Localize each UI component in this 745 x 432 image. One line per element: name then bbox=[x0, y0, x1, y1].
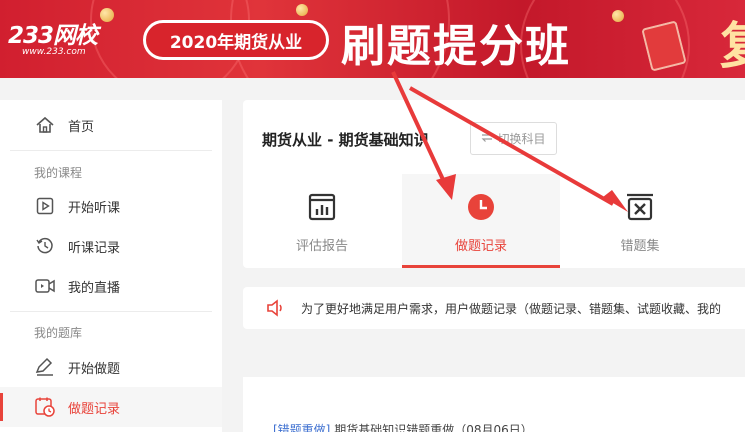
sidebar-item-practice-record[interactable]: 做题记录 bbox=[0, 387, 222, 427]
sidebar-item-my-live[interactable]: 我的直播 bbox=[0, 266, 222, 306]
sidebar-item-home[interactable]: 首页 bbox=[0, 105, 222, 145]
sidebar-item-start-listen[interactable]: 开始听课 bbox=[0, 186, 222, 226]
coin-decoration bbox=[100, 8, 114, 22]
banner-right-char: 复 bbox=[720, 6, 745, 78]
swap-icon bbox=[481, 131, 493, 146]
record-tag[interactable]: [错题重做] bbox=[273, 423, 330, 432]
history-icon bbox=[34, 235, 56, 257]
home-icon bbox=[34, 114, 56, 136]
sidebar-item-label: 我的直播 bbox=[68, 280, 121, 296]
coin-decoration bbox=[296, 4, 308, 16]
logo-text: 233网校 bbox=[8, 23, 98, 49]
sidebar-item-label: 做题记录 bbox=[68, 401, 121, 417]
record-list-card: [错题重做] 期货基础知识错题重做（08月06日） bbox=[243, 377, 745, 432]
play-icon bbox=[34, 195, 56, 217]
tab-wrong-questions[interactable]: 错题集 bbox=[561, 174, 719, 268]
divider bbox=[10, 150, 212, 151]
logo-url: www.233.com bbox=[22, 47, 86, 57]
divider bbox=[10, 311, 212, 312]
site-logo[interactable]: 233网校 www.233.com bbox=[8, 16, 98, 57]
sidebar-item-label: 开始听课 bbox=[68, 200, 121, 216]
notice-text: 为了更好地满足用户需求，用户做题记录（做题记录、错题集、试题收藏、我的 bbox=[301, 301, 722, 316]
coin-decoration bbox=[612, 10, 624, 22]
sidebar-item-label: 首页 bbox=[68, 119, 95, 135]
tab-label: 评估报告 bbox=[295, 239, 348, 254]
active-tab-indicator bbox=[402, 265, 560, 268]
record-title: 期货基础知识错题重做（08月06日） bbox=[330, 423, 533, 432]
section-heading-courses: 我的课程 bbox=[34, 166, 83, 180]
subject-card: 期货从业 - 期货基础知识 切换科目 评估报告 做题记录 错题集 bbox=[243, 100, 745, 268]
tab-practice-record[interactable]: 做题记录 bbox=[402, 174, 560, 268]
clock-icon bbox=[466, 192, 496, 222]
sidebar: 首页 我的课程 开始听课 听课记录 我的直播 我的题库 开始做题 做题记录 bbox=[0, 100, 222, 432]
banner-title: 刷题提分班 bbox=[341, 21, 571, 72]
record-item[interactable]: [错题重做] 期货基础知识错题重做（08月06日） bbox=[273, 421, 533, 432]
tab-label: 做题记录 bbox=[454, 239, 507, 254]
subject-title: 期货从业 - 期货基础知识 bbox=[262, 131, 429, 149]
sidebar-item-start-practice[interactable]: 开始做题 bbox=[0, 347, 222, 387]
switch-subject-label: 切换科目 bbox=[497, 132, 546, 146]
switch-subject-button[interactable]: 切换科目 bbox=[470, 122, 557, 155]
section-heading-question-bank: 我的题库 bbox=[34, 326, 83, 340]
pencil-icon bbox=[34, 356, 56, 378]
wrong-box-icon bbox=[625, 192, 655, 222]
sidebar-item-label: 开始做题 bbox=[68, 361, 121, 377]
tab-label: 错题集 bbox=[620, 239, 660, 254]
notice-bar: 为了更好地满足用户需求，用户做题记录（做题记录、错题集、试题收藏、我的 bbox=[243, 287, 745, 329]
sidebar-item-label: 听课记录 bbox=[68, 240, 121, 256]
calendar-clock-icon bbox=[34, 396, 56, 418]
exam-year-pill: 2020年期货从业 bbox=[143, 20, 329, 60]
sidebar-item-listen-record[interactable]: 听课记录 bbox=[0, 226, 222, 266]
promo-banner[interactable]: 233网校 www.233.com 2020年期货从业 刷题提分班 复 bbox=[0, 0, 745, 78]
speaker-icon bbox=[265, 298, 287, 318]
tab-assessment-report[interactable]: 评估报告 bbox=[243, 174, 401, 268]
video-camera-icon bbox=[34, 275, 56, 297]
bar-chart-icon bbox=[307, 192, 337, 222]
